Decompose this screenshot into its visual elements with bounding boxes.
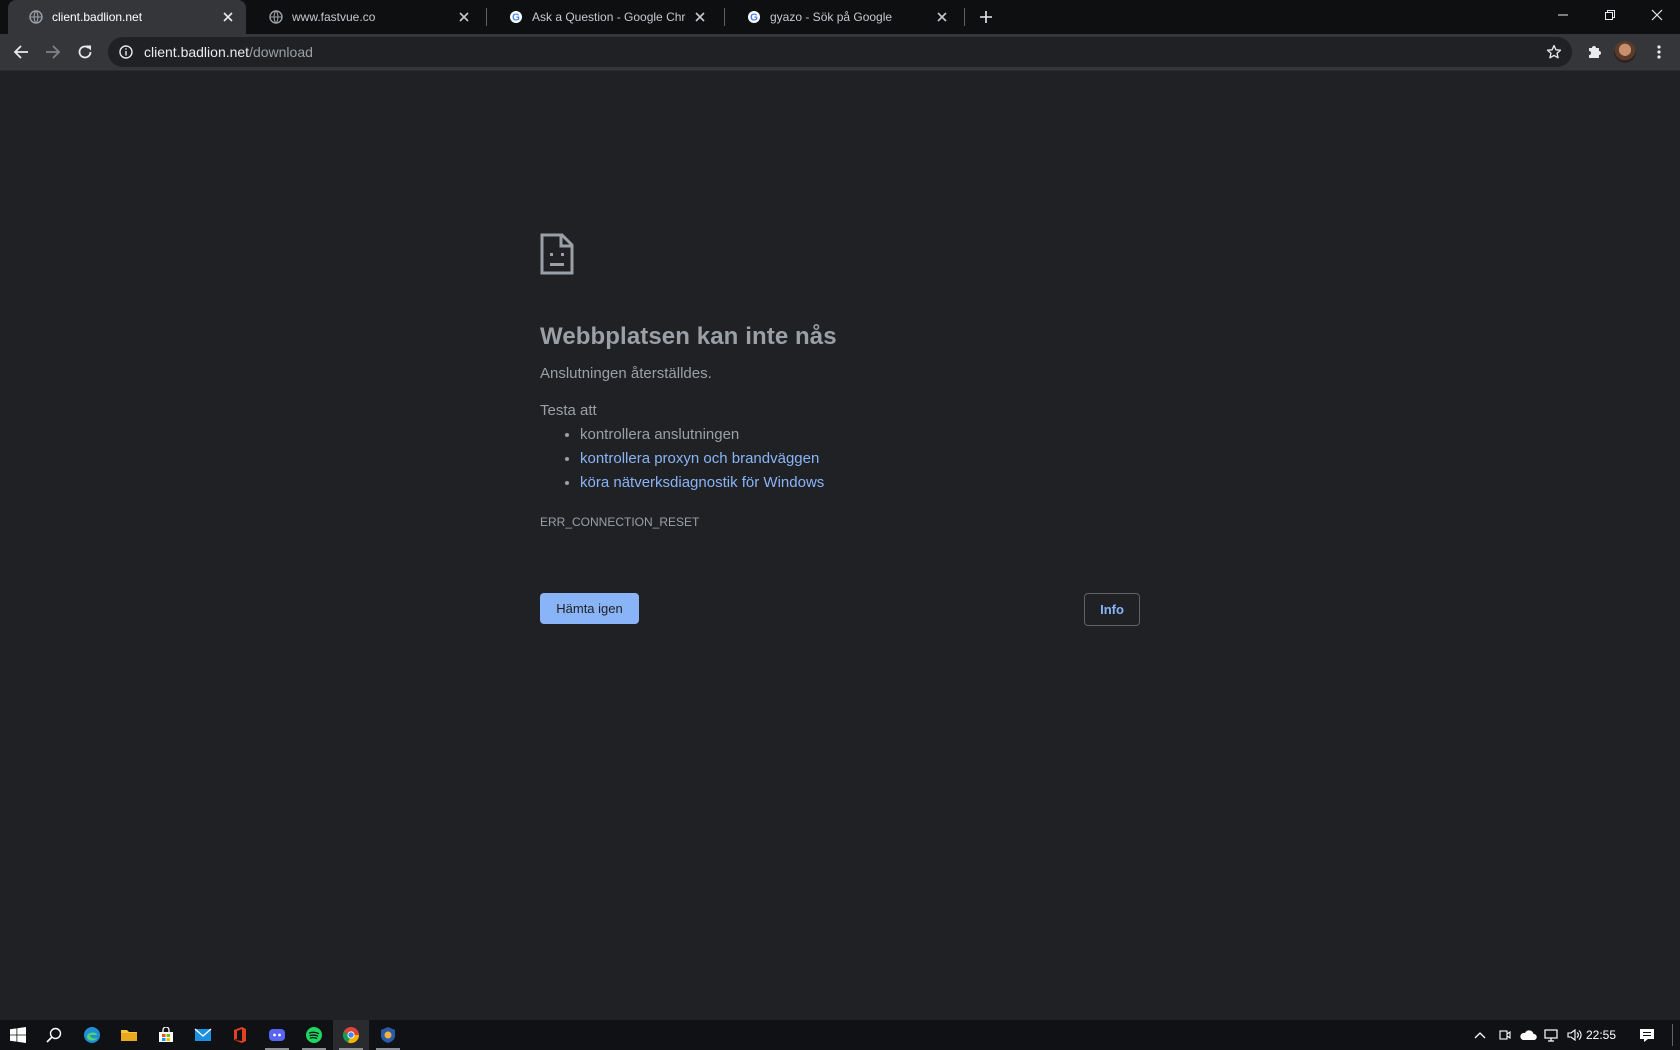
taskbar-clock[interactable]: 22:55 <box>1586 1020 1616 1050</box>
tab-gyazo-search[interactable]: G gyazo - Sök på Google <box>726 0 960 34</box>
tab-client-badlion[interactable]: client.badlion.net <box>8 0 246 34</box>
badlion-icon[interactable] <box>370 1020 406 1050</box>
meet-now-icon[interactable] <box>1494 1020 1514 1050</box>
close-icon[interactable] <box>692 9 708 25</box>
close-icon[interactable] <box>220 9 236 25</box>
back-button[interactable] <box>7 38 35 66</box>
restore-button[interactable] <box>1587 0 1633 30</box>
volume-icon[interactable] <box>1564 1020 1586 1050</box>
discord-icon[interactable] <box>259 1020 295 1050</box>
error-description: Anslutningen återställdes. <box>540 365 712 382</box>
edge-icon[interactable] <box>74 1020 110 1050</box>
suggestion-item: köra nätverksdiagnostik för Windows <box>580 471 1140 495</box>
sad-page-icon <box>540 233 574 275</box>
suggestion-check-connection: kontrollera anslutningen <box>580 426 740 443</box>
tab-separator <box>964 8 965 26</box>
chrome-icon[interactable] <box>333 1020 369 1050</box>
spotify-icon[interactable] <box>296 1020 332 1050</box>
error-code: ERR_CONNECTION_RESET <box>540 515 700 529</box>
error-page: Webbplatsen kan inte nås Anslutningen åt… <box>540 233 1140 626</box>
reload-button[interactable] <box>71 38 99 66</box>
file-explorer-icon[interactable] <box>111 1020 147 1050</box>
office-icon[interactable] <box>222 1020 258 1050</box>
notifications-icon[interactable] <box>1636 1020 1658 1050</box>
store-icon[interactable] <box>148 1020 184 1050</box>
svg-text:G: G <box>750 13 758 24</box>
forward-button[interactable] <box>39 38 67 66</box>
browser-toolbar: client.badlion.net/download <box>0 34 1680 71</box>
globe-icon <box>268 9 284 25</box>
reload-page-button[interactable]: Hämta igen <box>540 593 639 624</box>
profile-avatar[interactable] <box>1614 41 1636 63</box>
close-icon[interactable] <box>934 9 950 25</box>
onedrive-cloud-icon[interactable] <box>1517 1020 1539 1050</box>
mail-icon[interactable] <box>185 1020 221 1050</box>
url-text: client.badlion.net/download <box>144 44 313 60</box>
address-bar[interactable]: client.badlion.net/download <box>108 37 1572 67</box>
close-icon[interactable] <box>456 9 472 25</box>
suggestion-item: kontrollera proxyn och brandväggen <box>580 447 1140 471</box>
show-desktop-button[interactable] <box>1672 1024 1680 1046</box>
error-heading: Webbplatsen kan inte nås <box>540 323 837 350</box>
menu-kebab-icon[interactable] <box>1645 38 1673 66</box>
try-heading: Testa att <box>540 402 597 419</box>
close-window-button[interactable] <box>1634 0 1680 30</box>
tab-strip: client.badlion.net www.fastvue.co G Ask … <box>0 0 1680 34</box>
url-host: client.badlion.net <box>144 44 250 60</box>
tab-ask-question[interactable]: G Ask a Question - Google Chrome <box>488 0 718 34</box>
suggestions-list: kontrollera anslutningen kontrollera pro… <box>540 423 1140 495</box>
suggestion-check-proxy-link[interactable]: kontrollera proxyn och brandväggen <box>580 450 819 467</box>
search-icon[interactable] <box>36 1020 72 1050</box>
globe-icon <box>28 9 44 25</box>
google-icon: G <box>746 9 762 25</box>
windows-taskbar: 22:55 <box>0 1020 1680 1050</box>
new-tab-button[interactable] <box>976 7 996 27</box>
network-icon[interactable] <box>1541 1020 1563 1050</box>
tab-title: gyazo - Sök på Google <box>770 10 893 24</box>
url-path: /download <box>249 44 313 60</box>
minimize-button[interactable] <box>1540 0 1586 30</box>
windows-start-icon[interactable] <box>0 1020 36 1050</box>
tab-separator <box>724 8 725 26</box>
info-icon[interactable] <box>118 44 134 60</box>
suggestion-network-diagnostics-link[interactable]: köra nätverksdiagnostik för Windows <box>580 474 824 491</box>
tab-fastvue[interactable]: www.fastvue.co <box>248 0 482 34</box>
tab-title: Ask a Question - Google Chrome <box>532 10 686 24</box>
suggestion-item: kontrollera anslutningen <box>580 423 1140 447</box>
svg-text:G: G <box>512 13 520 24</box>
bookmark-star-icon[interactable] <box>1546 44 1562 60</box>
tab-separator <box>486 8 487 26</box>
extensions-puzzle-icon[interactable] <box>1580 38 1608 66</box>
tab-title: client.badlion.net <box>52 10 143 24</box>
details-button[interactable]: Info <box>1084 593 1140 626</box>
google-icon: G <box>508 9 524 25</box>
show-hidden-icons-chevron-icon[interactable] <box>1470 1020 1490 1050</box>
tab-title: www.fastvue.co <box>292 10 376 24</box>
